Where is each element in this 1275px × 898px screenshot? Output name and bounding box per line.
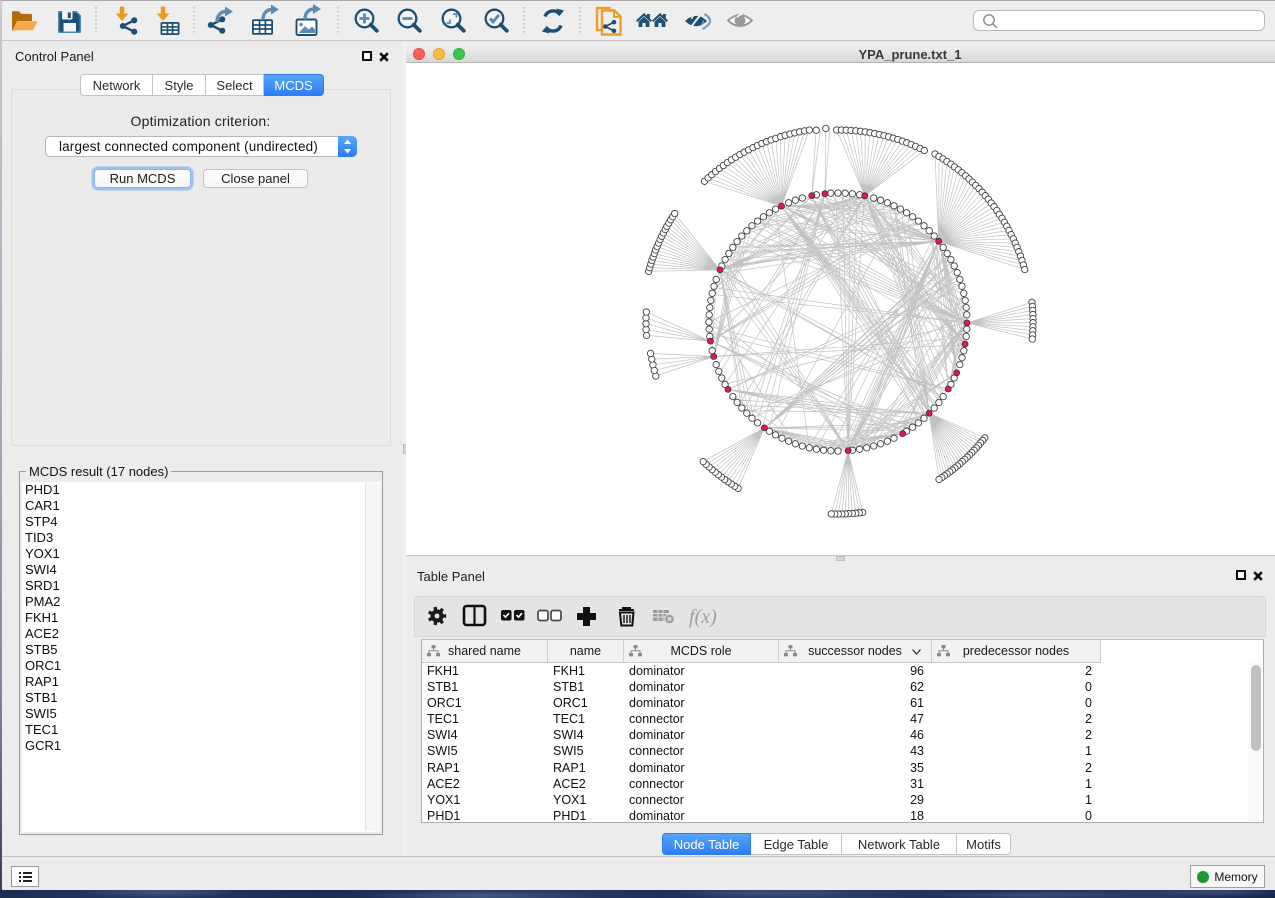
svg-text:f(x): f(x) (689, 606, 717, 628)
